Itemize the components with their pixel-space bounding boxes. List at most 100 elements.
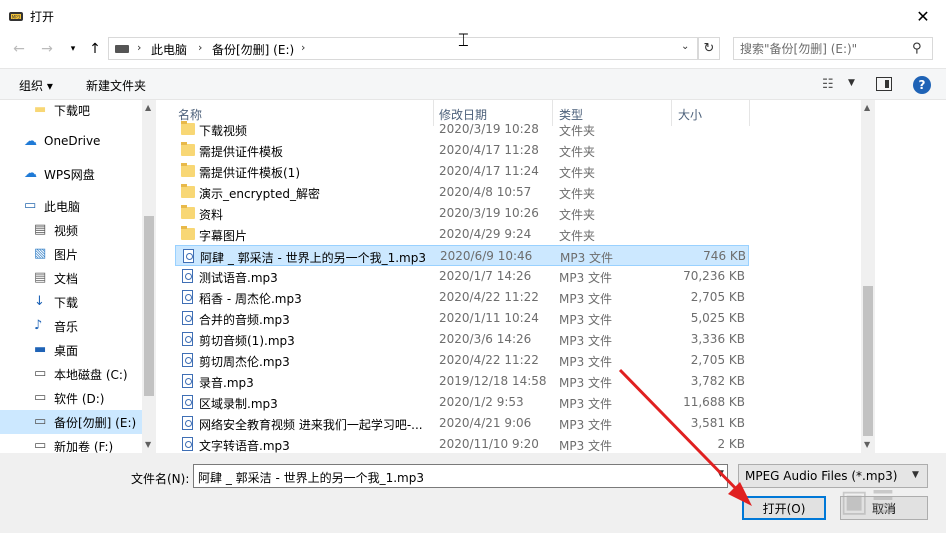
chevron-down-icon: ▾ [70,44,76,54]
file-row[interactable]: 录音.mp3 2019/12/18 14:58 MP3 文件 3,782 KB [175,371,749,392]
file-row[interactable]: 剪切周杰伦.mp3 2020/4/22 11:22 MP3 文件 2,705 KB [175,350,749,371]
nav-item[interactable]: ▭ 新加卷 (F:) [0,434,142,453]
nav-item[interactable]: ▭ 备份[勿删] (E:) [0,410,142,434]
nav-scrollbar[interactable]: ▲ ▼ [142,100,156,453]
search-input[interactable] [740,41,908,57]
folder-icon [181,121,195,135]
view-options-icon[interactable]: ☷ [822,77,834,92]
file-size: 3,782 KB [690,374,745,388]
music-icon: ♪ [34,318,43,333]
address-bar[interactable]: › 此电脑 › 备份[勿删] (E:) › ⌄ [108,37,698,60]
scroll-down-icon[interactable]: ▼ [864,440,870,449]
file-date: 2020/4/22 11:22 [439,290,539,304]
file-name: 演示_encrypted_解密 [199,187,320,201]
file-row[interactable]: 资料 2020/3/19 10:26 文件夹 [175,203,749,224]
audio-file-icon [182,332,193,346]
file-type: 文件夹 [559,124,596,138]
address-dropdown-icon[interactable]: ⌄ [681,41,689,52]
audio-file-icon [182,437,193,451]
file-row[interactable]: 网络安全教育视频 进来我们一起学习吧-... 2020/4/21 9:06 MP3 … [175,413,749,434]
nav-item-label: WPS网盘 [44,168,95,182]
command-bar: 组织 ▾ 新建文件夹 ☷ ▼ ? [0,68,946,100]
file-name: 文字转语音.mp3 [199,439,290,453]
forward-button[interactable]: → [36,38,58,60]
file-row[interactable]: 剪切音频(1).mp3 2020/3/6 14:26 MP3 文件 3,336 KB [175,329,749,350]
nav-item[interactable]: ↓ 下载 [0,290,142,314]
refresh-icon: ↻ [703,41,715,56]
dialog-footer: 文件名(N): 阿肆 _ 郭采洁 - 世界上的另一个我_1.mp3 ▼ MPEG… [0,453,946,533]
chevron-down-icon[interactable]: ▼ [912,470,919,480]
file-name: 字幕图片 [199,229,248,243]
desktop-icon: ▬ [34,342,47,357]
file-row[interactable]: 阿肆 _ 郭采洁 - 世界上的另一个我_1.mp3 2020/6/9 10:46 M… [175,245,749,266]
preview-pane-icon[interactable] [876,77,892,91]
window-title: 打开 [30,10,55,24]
nav-item[interactable]: ▬ 下载吧 [0,100,142,122]
chevron-down-icon[interactable]: ▼ [848,78,855,88]
close-button[interactable]: ✕ [900,0,946,32]
scroll-down-icon[interactable]: ▼ [145,440,151,449]
refresh-button[interactable]: ↻ [698,37,720,60]
file-name: 录音.mp3 [199,376,254,390]
file-list-scrollbar-thumb[interactable] [863,286,873,436]
file-row[interactable]: 测试语音.mp3 2020/1/7 14:26 MP3 文件 70,236 KB [175,266,749,287]
breadcrumb-drive-e[interactable]: 备份[勿删] (E:) [212,41,294,58]
nav-item[interactable]: ▭ 此电脑 [0,194,142,218]
file-row[interactable]: 需提供证件模板(1) 2020/4/17 11:24 文件夹 [175,161,749,182]
file-row[interactable]: 合并的音频.mp3 2020/1/11 10:24 MP3 文件 5,025 KB [175,308,749,329]
file-name: 下载视频 [199,124,248,138]
file-size: 2 KB [717,437,745,451]
file-name: 资料 [199,208,224,222]
search-box[interactable]: ⚲ [733,37,933,60]
file-name: 剪切音频(1).mp3 [199,334,295,348]
file-row[interactable]: 字幕图片 2020/4/29 9:24 文件夹 [175,224,749,245]
folder-icon [181,142,195,156]
filetype-select[interactable]: MPEG Audio Files (*.mp3) [738,464,928,488]
file-date: 2020/3/6 14:26 [439,332,532,346]
nav-item[interactable]: ☁ WPS网盘 [0,162,142,186]
nav-item[interactable]: ▭ 本地磁盘 (C:) [0,362,142,386]
nav-item[interactable]: ▭ 软件 (D:) [0,386,142,410]
nav-item[interactable]: ▬ 桌面 [0,338,142,362]
help-icon[interactable]: ? [913,76,931,94]
organize-menu[interactable]: 组织 ▾ [19,77,53,94]
nav-item[interactable]: ▤ 文档 [0,266,142,290]
cancel-button[interactable]: 取消 [840,496,928,520]
file-row[interactable]: 演示_encrypted_解密 2020/4/8 10:57 文件夹 [175,182,749,203]
file-type: MP3 文件 [560,251,614,265]
audio-file-icon [182,374,193,388]
file-row[interactable]: 下载视频 2020/3/19 10:28 文件夹 [175,119,749,140]
file-list-scrollbar[interactable]: ▲ ▼ [861,100,875,453]
breadcrumb-this-pc[interactable]: 此电脑 [151,41,187,58]
nav-item-label: 此电脑 [44,200,81,214]
filename-input[interactable]: 阿肆 _ 郭采洁 - 世界上的另一个我_1.mp3 [193,464,728,488]
back-button[interactable]: ← [8,38,30,60]
file-row[interactable]: 文字转语音.mp3 2020/11/10 9:20 MP3 文件 2 KB [175,434,749,453]
document-icon: ▤ [34,270,47,285]
nav-item[interactable]: ☁ OneDrive [0,130,142,154]
computer-icon: ▭ [24,198,37,213]
nav-item-label: 文档 [54,272,79,286]
new-folder-button[interactable]: 新建文件夹 [86,77,146,94]
file-row[interactable]: 需提供证件模板 2020/4/17 11:28 文件夹 [175,140,749,161]
arrow-right-icon: → [41,41,53,57]
file-list: ⌃ 名称 修改日期 类型 大小 下载视频 2020/3/19 10:28 文件夹 需提… [171,100,861,453]
column-divider[interactable] [749,100,750,126]
file-row[interactable]: 区域录制.mp3 2020/1/2 9:53 MP3 文件 11,688 KB [175,392,749,413]
file-type: 文件夹 [559,145,596,159]
scroll-up-icon[interactable]: ▲ [145,103,151,112]
file-row[interactable]: 稻香 - 周杰伦.mp3 2020/4/22 11:22 MP3 文件 2,705 K… [175,287,749,308]
open-button[interactable]: 打开(O) [742,496,826,520]
chevron-down-icon[interactable]: ▼ [717,469,724,479]
nav-scrollbar-thumb[interactable] [144,216,154,396]
file-date: 2019/12/18 14:58 [439,374,547,388]
up-button[interactable]: ↑ [84,38,106,60]
audio-file-icon [182,311,193,325]
scroll-up-icon[interactable]: ▲ [864,103,870,112]
recent-locations-button[interactable]: ▾ [62,38,84,60]
nav-item-label: 下载 [54,296,79,310]
nav-item-label: 本地磁盘 (C:) [54,368,128,382]
nav-item[interactable]: ♪ 音乐 [0,314,142,338]
nav-item[interactable]: ▤ 视频 [0,218,142,242]
nav-item[interactable]: ▧ 图片 [0,242,142,266]
